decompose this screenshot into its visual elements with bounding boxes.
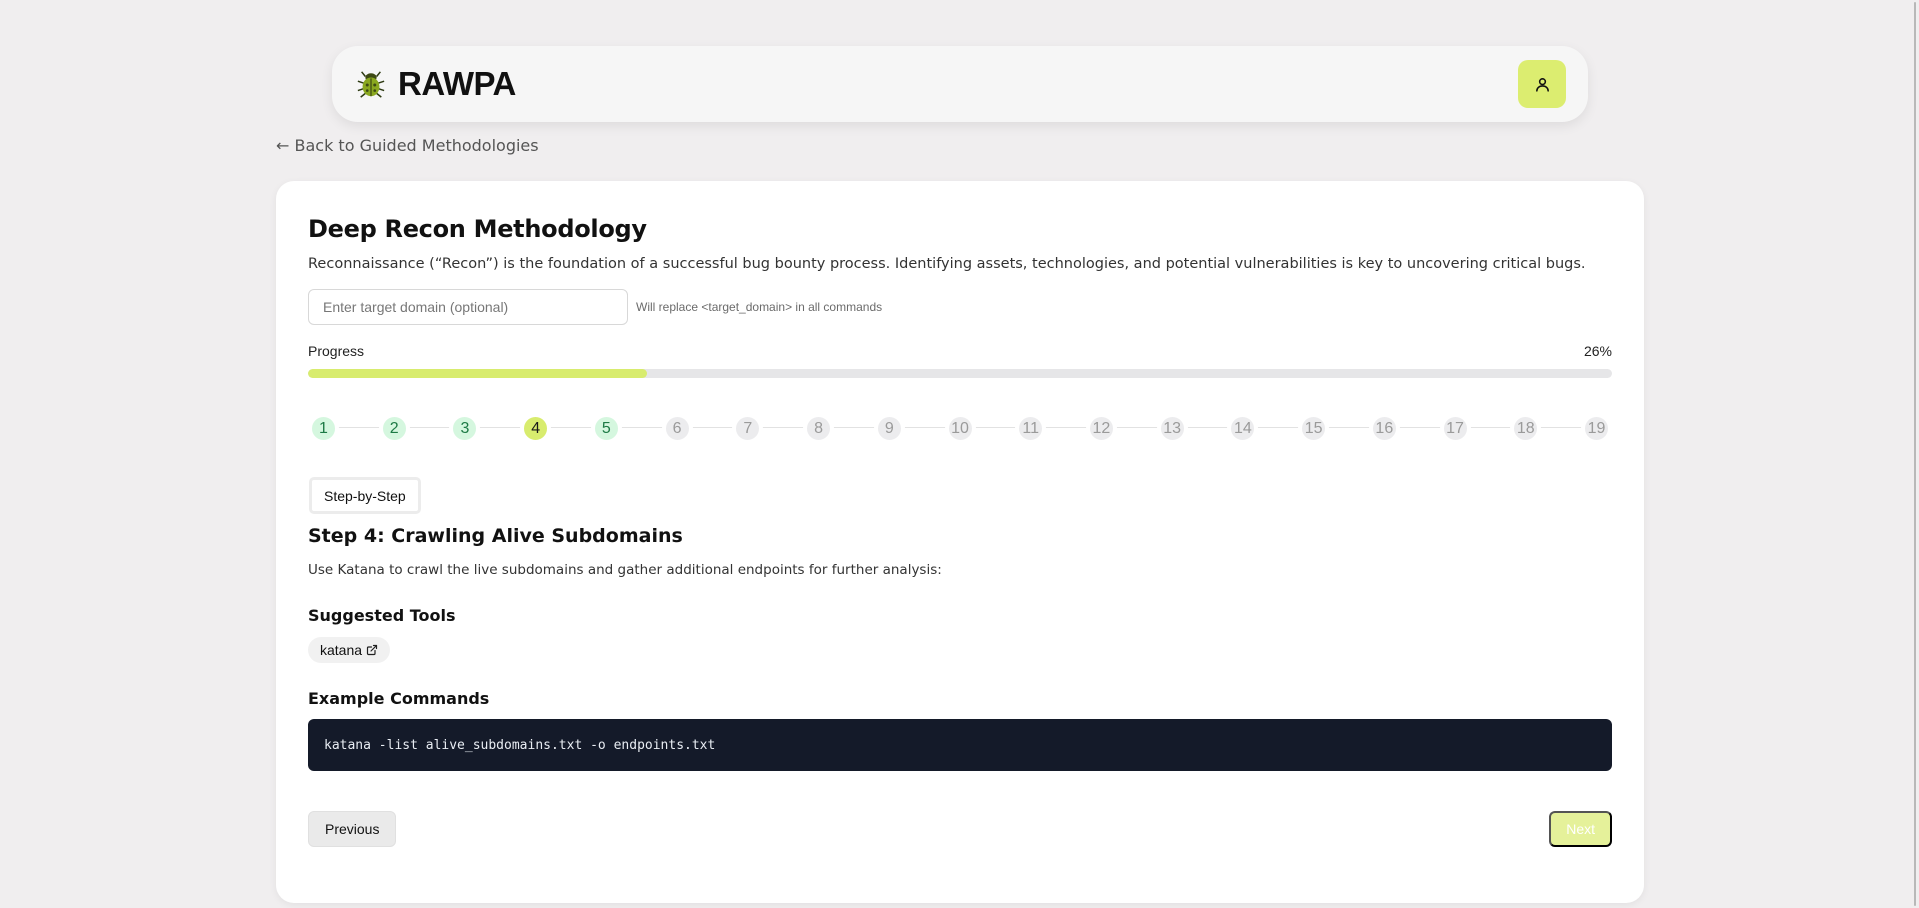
step-15-button[interactable]: 15	[1298, 413, 1330, 444]
command-code-block[interactable]: katana -list alive_subdomains.txt -o end…	[308, 719, 1612, 771]
step-description: Use Katana to crawl the live subdomains …	[308, 562, 942, 578]
brand[interactable]: RAWPA	[356, 65, 516, 103]
step-navigator: 1 2 3 4 5 6 7 8 9 10 11 12 13 14 15 16 17 18 19	[308, 413, 1612, 444]
step-number: 16	[1375, 419, 1394, 437]
external-link-icon	[366, 644, 378, 656]
previous-button[interactable]: Previous	[308, 811, 397, 847]
step-number: 7	[743, 419, 753, 437]
tool-name: katana	[320, 642, 363, 658]
back-to-methodologies-link[interactable]: ← Back to Guided Methodologies	[276, 136, 539, 155]
step-2-button[interactable]: 2	[378, 413, 410, 444]
step-3-button[interactable]: 3	[449, 413, 481, 444]
next-button[interactable]: Next	[1549, 811, 1612, 847]
suggested-tools-heading: Suggested Tools	[308, 606, 456, 625]
user-icon	[1535, 77, 1549, 92]
step-1-button[interactable]: 1	[308, 413, 339, 444]
progress-percent: 26%	[1583, 343, 1612, 359]
step-5-button[interactable]: 5	[590, 413, 622, 444]
step-by-step-mode-button[interactable]: Step-by-Step	[309, 477, 421, 514]
progress-bar-fill	[308, 369, 648, 378]
user-profile-button[interactable]	[1518, 60, 1566, 108]
step-17-button[interactable]: 17	[1439, 413, 1471, 444]
step-number: 5	[601, 419, 611, 437]
step-number: 4	[531, 419, 541, 437]
step-number: 14	[1233, 419, 1252, 437]
step-number: 12	[1092, 419, 1111, 437]
step-6-button[interactable]: 6	[661, 413, 693, 444]
step-10-button[interactable]: 10	[944, 413, 976, 444]
step-number: 11	[1022, 419, 1040, 437]
command-text: katana -list alive_subdomains.txt -o end…	[324, 737, 716, 753]
scrollbar-thumb[interactable]	[1914, 2, 1916, 906]
brand-name: RAWPA	[398, 65, 516, 102]
step-number: 9	[884, 419, 894, 437]
step-12-button[interactable]: 12	[1085, 413, 1117, 444]
methodology-card: Deep Recon Methodology Reconnaissance (“…	[276, 181, 1644, 903]
methodology-description: Reconnaissance (“Recon”) is the foundati…	[308, 256, 1586, 272]
step-number: 18	[1516, 419, 1535, 437]
progress-label: Progress	[308, 343, 365, 359]
step-number: 8	[814, 419, 823, 437]
step-number: 10	[951, 419, 969, 437]
step-number: 13	[1163, 419, 1182, 437]
step-16-button[interactable]: 16	[1368, 413, 1400, 444]
step-number: 17	[1446, 419, 1464, 437]
step-11-button[interactable]: 11	[1015, 413, 1047, 444]
step-14-button[interactable]: 14	[1227, 413, 1259, 444]
step-4-button[interactable]: 4	[520, 413, 552, 444]
target-domain-hint: Will replace <target_domain> in all comm…	[636, 300, 883, 314]
page-scrollbar[interactable]	[1907, 0, 1919, 908]
step-13-button[interactable]: 13	[1156, 413, 1188, 444]
top-header: RAWPA	[332, 46, 1588, 122]
step-title: Step 4: Crawling Alive Subdomains	[308, 525, 683, 547]
step-7-button[interactable]: 7	[732, 413, 764, 444]
step-number: 15	[1304, 419, 1323, 437]
methodology-title: Deep Recon Methodology	[308, 215, 647, 243]
step-number: 6	[672, 419, 682, 437]
step-8-button[interactable]: 8	[803, 413, 835, 444]
example-commands-heading: Example Commands	[308, 689, 490, 708]
target-domain-input[interactable]	[308, 289, 628, 325]
step-19-button[interactable]: 19	[1581, 413, 1612, 444]
step-number: 1	[319, 419, 328, 437]
step-number: 2	[389, 419, 399, 437]
step-18-button[interactable]: 18	[1510, 413, 1542, 444]
tool-link-katana[interactable]: katana	[308, 637, 391, 663]
step-number: 3	[460, 419, 470, 437]
step-9-button[interactable]: 9	[873, 413, 905, 444]
bug-icon	[357, 71, 385, 98]
step-number: 19	[1587, 419, 1606, 437]
progress-bar	[308, 369, 1612, 378]
